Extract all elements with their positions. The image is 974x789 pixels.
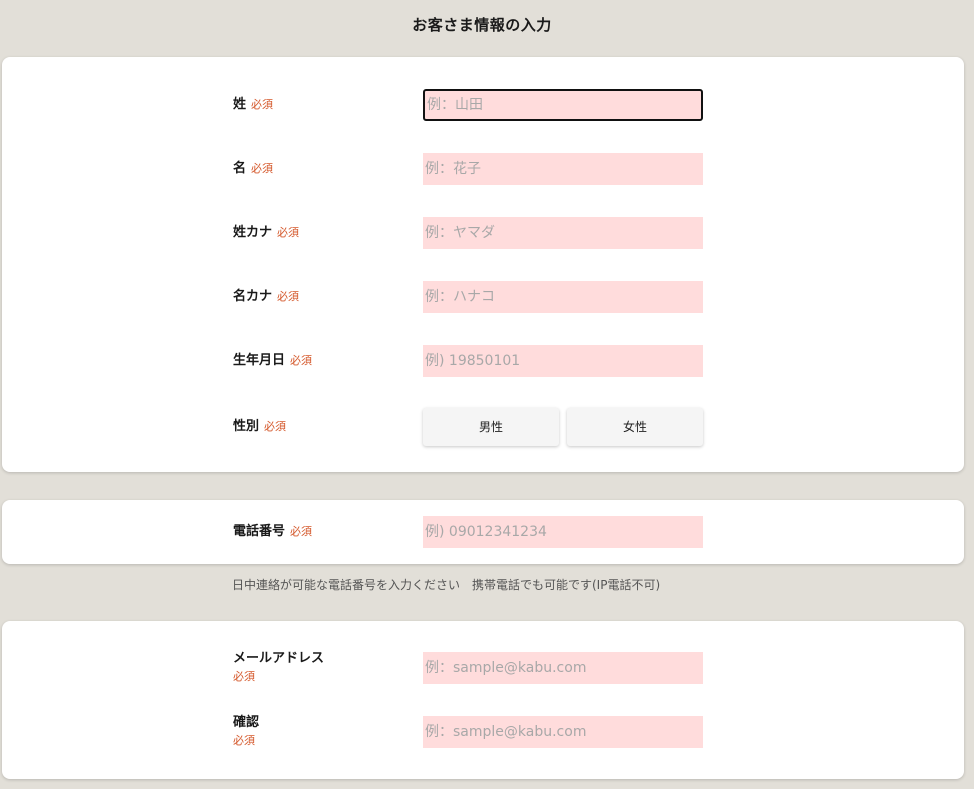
email-confirm-input[interactable] (423, 716, 703, 748)
gender-female-button[interactable]: 女性 (567, 408, 703, 446)
birthdate-label-text: 生年月日 (233, 353, 286, 368)
phone-input[interactable] (423, 516, 703, 548)
last-name-row: 姓必須 (2, 88, 964, 122)
required-badge: 必須 (277, 226, 300, 239)
gender-row: 性別 必須 男性 女性 (2, 408, 964, 446)
last-kana-input[interactable] (423, 217, 703, 249)
email-label-text: メールアドレス (233, 651, 325, 666)
required-badge: 必須 (251, 162, 274, 175)
email-row: メールアドレス 必須 (2, 651, 964, 685)
page-title: お客さま情報の入力 (412, 16, 552, 34)
first-kana-label: 名カナ 必須 (233, 280, 299, 314)
phone-label: 電話番号 必須 (233, 515, 312, 549)
required-badge: 必須 (277, 290, 300, 303)
required-badge: 必須 (290, 525, 313, 538)
gender-male-button[interactable]: 男性 (423, 408, 559, 446)
email-confirm-label-text: 確認 (233, 715, 260, 730)
required-badge: 必須 (251, 98, 274, 111)
gender-label-text: 性別 (233, 419, 260, 434)
first-name-label-text: 名 (233, 161, 247, 176)
email-input[interactable] (423, 652, 703, 684)
required-badge: 必須 (233, 734, 255, 747)
required-badge: 必須 (264, 420, 287, 433)
phone-card: 電話番号 必須 (2, 500, 964, 564)
phone-label-text: 電話番号 (233, 524, 286, 539)
first-kana-input[interactable] (423, 281, 703, 313)
last-kana-label: 姓カナ 必須 (233, 216, 299, 250)
last-name-label: 姓必須 (233, 88, 273, 122)
email-confirm-row: 確認 必須 (2, 715, 964, 749)
last-name-label-text: 姓 (233, 97, 247, 112)
personal-info-card: 姓必須 名必須 姓カナ必須 名カナ必須 生年月日必須 性別必須 男性 女性 (2, 57, 964, 472)
required-badge: 必須 (290, 354, 313, 367)
phone-note: 日中連絡が可能な電話番号を入力ください 携帯電話でも可能です(IP電話不可) (232, 578, 661, 592)
last-name-input[interactable] (423, 89, 703, 121)
birthdate-input[interactable] (423, 345, 703, 377)
email-label: メールアドレス 必須 (233, 650, 324, 684)
email-confirm-label: 確認 必須 (233, 714, 259, 748)
first-name-label: 名必須 (233, 152, 273, 186)
email-card: メールアドレス必須 確認必須 (2, 621, 964, 779)
last-kana-row: 姓カナ 必須 (2, 216, 964, 250)
gender-label: 性別 必須 (233, 410, 286, 444)
phone-row: 電話番号 必須 (2, 515, 964, 549)
first-name-input[interactable] (423, 153, 703, 185)
last-kana-label-text: 姓カナ (233, 225, 273, 240)
birthdate-row: 生年月日 必須 (2, 344, 964, 378)
birthdate-label: 生年月日 必須 (233, 344, 312, 378)
first-kana-label-text: 名カナ (233, 289, 273, 304)
first-kana-row: 名カナ 必須 (2, 280, 964, 314)
first-name-row: 名必須 (2, 152, 964, 186)
required-badge: 必須 (233, 670, 255, 683)
